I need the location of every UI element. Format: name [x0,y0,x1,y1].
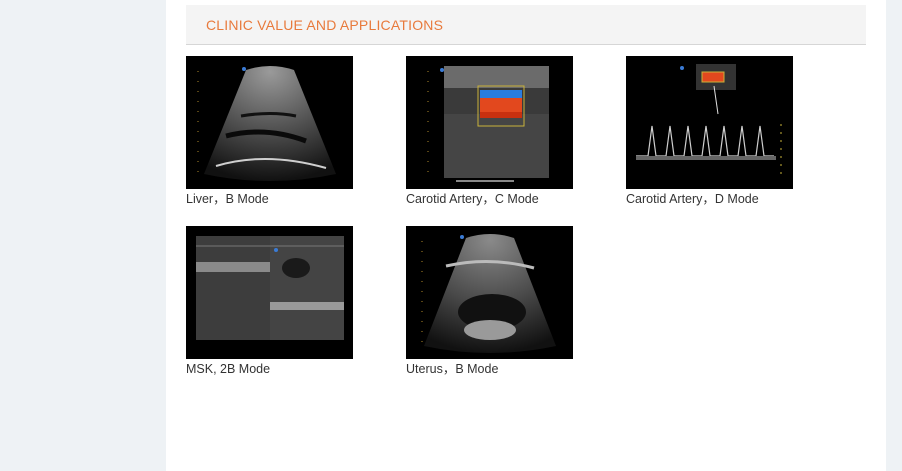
section-header: CLINIC VALUE AND APPLICATIONS [186,5,866,45]
liver-ultrasound-image[interactable] [186,56,353,189]
gallery-item-msk: MSK, 2B Mode [186,226,386,377]
gallery-item-carotid-d: Carotid Artery，D Mode [626,56,826,207]
left-page-margin [0,0,166,471]
carotid-color-doppler-image[interactable] [406,56,573,189]
caption-carotid-d: Carotid Artery，D Mode [626,192,759,206]
carotid-spectral-doppler-image[interactable] [626,56,793,189]
content-panel: CLINIC VALUE AND APPLICATIONS Liver，B Mo… [166,0,886,471]
gallery-item-uterus: Uterus，B Mode [406,226,606,377]
right-page-margin [886,0,902,471]
gallery-item-liver: Liver，B Mode [186,56,386,207]
msk-dual-b-mode-image[interactable] [186,226,353,359]
gallery-item-carotid-c: Carotid Artery，C Mode [406,56,606,207]
section-title: CLINIC VALUE AND APPLICATIONS [206,17,444,33]
uterus-ultrasound-image[interactable] [406,226,573,359]
caption-uterus: Uterus，B Mode [406,362,499,376]
caption-carotid-c: Carotid Artery，C Mode [406,192,539,206]
caption-liver: Liver，B Mode [186,192,269,206]
caption-msk: MSK, 2B Mode [186,362,271,376]
